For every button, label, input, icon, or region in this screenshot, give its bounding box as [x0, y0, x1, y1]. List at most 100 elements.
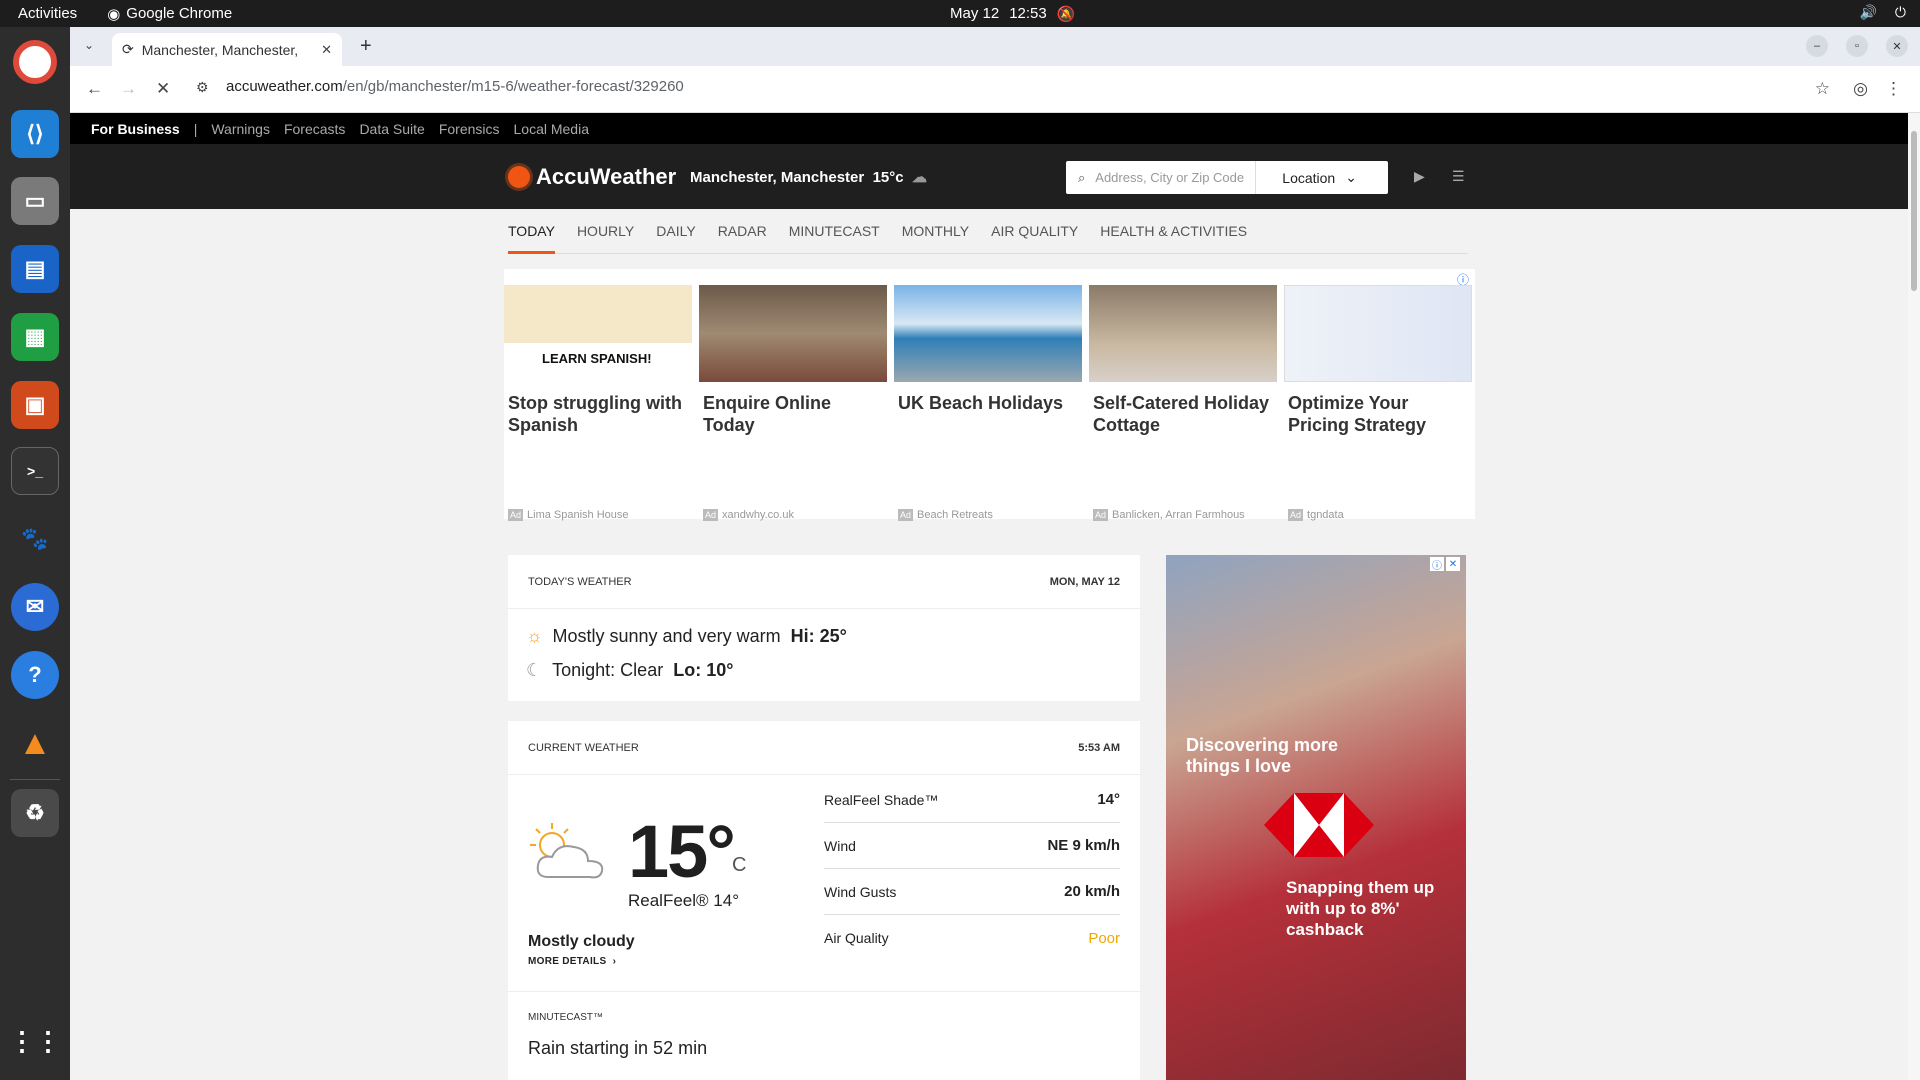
new-tab-icon[interactable]: + [360, 35, 372, 58]
night-text: Tonight: Clear [552, 659, 664, 680]
ad-close-icon[interactable]: ✕ [1446, 557, 1460, 571]
location-name: Manchester, Manchester [690, 169, 865, 186]
day-hi: Hi: 25° [790, 625, 847, 646]
hamburger-menu-icon[interactable]: ☰ [1452, 168, 1465, 185]
video-icon[interactable]: ▶ [1414, 168, 1425, 185]
tab-health-activities[interactable]: HEALTH & ACTIVITIES [1100, 223, 1247, 239]
browser-tab[interactable]: ⟳ Manchester, Manchester, ✕ [112, 33, 342, 66]
ad-card[interactable]: UK Beach Holidays Ad Beach Retreats [894, 285, 1082, 521]
profile-icon[interactable]: ◎ [1853, 79, 1868, 99]
location-button[interactable]: Location ⌄ [1255, 161, 1357, 194]
ad-source-name: tgndata [1307, 509, 1344, 521]
tab-hourly[interactable]: HOURLY [577, 223, 634, 239]
stat-row: RealFeel Shade™ 14° [824, 777, 1120, 823]
stop-icon[interactable]: ✕ [156, 79, 170, 99]
day-forecast: ☼ Mostly sunny and very warm Hi: 25° [508, 619, 1140, 653]
sun-icon: ☼ [526, 625, 543, 646]
ad-badge: Ad [508, 509, 524, 521]
ad-banner-text: LEARN SPANISH! [542, 351, 652, 366]
scrollbar-thumb[interactable] [1911, 131, 1917, 291]
side-ad-headline: Discovering more things I love [1186, 735, 1339, 776]
back-icon[interactable]: ← [86, 79, 103, 99]
search-input[interactable]: Address, City or Zip Code [1095, 170, 1255, 185]
calc-icon[interactable]: ▦ [11, 313, 59, 361]
ad-card[interactable]: Optimize Your Pricing Strategy Ad tgndata [1284, 285, 1472, 521]
minimize-icon[interactable]: – [1806, 35, 1828, 57]
address-bar[interactable]: accuweather.com/en/gb/manchester/m15-6/w… [226, 78, 684, 95]
search-icon: ⌕ [1078, 169, 1086, 185]
vscode-icon[interactable]: ⟨⟩ [11, 110, 59, 158]
loading-icon: ⟳ [122, 41, 134, 57]
system-tray[interactable]: 🔊 ⏻ [1859, 4, 1906, 21]
close-tab-icon[interactable]: ✕ [321, 42, 332, 58]
stat-label: RealFeel Shade™ [824, 791, 939, 808]
help-icon[interactable]: ? [11, 651, 59, 699]
thunderbird-icon[interactable]: ✉ [11, 583, 59, 631]
forensics-link[interactable]: Forensics [439, 121, 500, 137]
ad-source-name: Beach Retreats [917, 509, 993, 521]
minutecast-card[interactable]: MINUTECAST™ Rain starting in 52 min [508, 991, 1140, 1080]
chrome-icon[interactable] [13, 40, 57, 84]
bookmark-star-icon[interactable]: ☆ [1815, 79, 1830, 99]
search-box[interactable]: ⌕ Address, City or Zip Code Location ⌄ [1066, 161, 1388, 194]
card-date: MON, MAY 12 [1049, 575, 1120, 588]
forward-icon[interactable]: → [120, 79, 137, 99]
stat-value: 20 km/h [1064, 883, 1120, 900]
trash-icon[interactable]: ♻ [11, 789, 59, 837]
tab-air-quality[interactable]: AIR QUALITY [991, 223, 1078, 239]
tab-today[interactable]: TODAY [508, 209, 555, 254]
card-label: CURRENT WEATHER [528, 741, 639, 754]
stat-value: NE 9 km/h [1047, 837, 1120, 854]
night-forecast: ☾ Tonight: Clear Lo: 10° [508, 653, 1140, 687]
ad-card[interactable]: Self-Catered Holiday Cottage Ad Banlicken… [1089, 285, 1277, 521]
tab-minutecast[interactable]: MINUTECAST [789, 223, 880, 239]
scrollbar[interactable] [1908, 113, 1920, 1080]
ad-card[interactable]: Enquire Online Today Ad xandwhy.co.uk [699, 285, 887, 521]
forecasts-link[interactable]: Forecasts [284, 121, 345, 137]
todays-weather-card[interactable]: TODAY'S WEATHER MON, MAY 12 ☼ Mostly sunny… [508, 555, 1140, 701]
for-business-link[interactable]: For Business [91, 121, 180, 137]
files-icon[interactable]: ▭ [11, 177, 59, 225]
maximize-icon[interactable]: ▫ [1846, 35, 1868, 57]
gimp-icon[interactable]: 🐾 [11, 515, 59, 563]
ad-info-icon[interactable]: ⓘ [1430, 557, 1444, 572]
activities-button[interactable]: Activities [18, 5, 77, 22]
close-window-icon[interactable]: ✕ [1886, 35, 1908, 57]
header-location[interactable]: Manchester, Manchester 15°c ☁ [690, 168, 927, 186]
menu-icon[interactable]: ⋮ [1885, 79, 1902, 99]
tab-daily[interactable]: DAILY [656, 223, 695, 239]
terminal-icon[interactable]: >_ [11, 447, 59, 495]
tab-monthly[interactable]: MONTHLY [902, 223, 969, 239]
ad-title: UK Beach Holidays [898, 393, 1064, 413]
more-details-link[interactable]: MORE DETAILS › [528, 956, 616, 967]
impress-icon[interactable]: ▣ [11, 381, 59, 429]
ad-badge: Ad [703, 509, 719, 521]
ad-badge: Ad [1093, 509, 1109, 521]
warnings-link[interactable]: Warnings [211, 121, 270, 137]
site-header: AccuWeather Manchester, Manchester 15°c … [70, 144, 1908, 209]
ad-source: Ad Beach Retreats [898, 509, 993, 521]
bizbar-separator: | [193, 120, 198, 137]
side-ad[interactable]: ⓘ ✕ Discovering more things I love Snappi… [1166, 555, 1466, 1080]
ad-source: Ad xandwhy.co.uk [703, 509, 794, 521]
chrome-icon: ◉ [107, 5, 121, 23]
vlc-icon[interactable]: ▲ [11, 719, 59, 767]
current-weather-card[interactable]: CURRENT WEATHER 5:53 AM 15° C RealFeel® 1… [508, 721, 1140, 991]
writer-icon[interactable]: ▤ [11, 245, 59, 293]
ad-badge: Ad [1288, 509, 1304, 521]
local-media-link[interactable]: Local Media [514, 121, 590, 137]
app-grid-icon[interactable]: ⋮⋮ [9, 1017, 61, 1065]
ad-card[interactable]: LEARN SPANISH! Stop struggling with Span… [504, 285, 692, 521]
app-menu[interactable]: ◉ Google Chrome [107, 5, 232, 23]
clock[interactable]: May 12 12:53 🔕 [950, 5, 1075, 23]
accuweather-logo[interactable]: AccuWeather [508, 164, 676, 190]
site-info-icon[interactable]: ⚙ [196, 79, 209, 96]
side-ad-subline: Snapping them up with up to 8%' cashback [1286, 878, 1435, 939]
moon-icon: ☾ [526, 659, 543, 680]
observation-time: 5:53 AM [1078, 741, 1120, 754]
tab-radar[interactable]: RADAR [718, 223, 767, 239]
data-suite-link[interactable]: Data Suite [359, 121, 424, 137]
volume-icon: 🔊 [1859, 4, 1877, 20]
time: 12:53 [1009, 5, 1047, 22]
tab-search-icon[interactable]: ⌄ [84, 38, 94, 52]
